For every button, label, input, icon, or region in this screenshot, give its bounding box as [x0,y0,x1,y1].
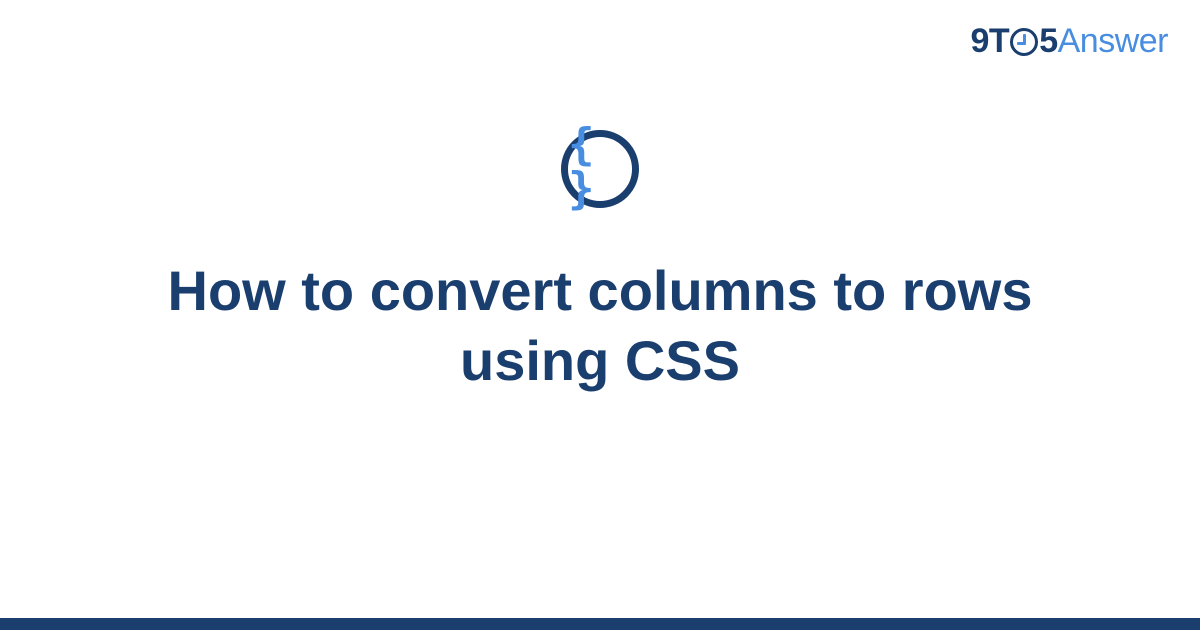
logo-nine: 9 [971,22,989,61]
code-braces-icon: { } [568,123,632,211]
logo-answer: Answer [1058,22,1168,61]
clock-icon [1010,28,1038,56]
logo-clock-wrap [1010,28,1038,56]
site-logo: 9 T 5 Answer [971,22,1169,61]
footer-bar [0,618,1200,630]
topic-badge: { } [561,130,639,208]
logo-t: T [989,22,1009,61]
logo-five: 5 [1039,22,1057,61]
main-content: { } How to convert columns to rows using… [0,130,1200,396]
page-title: How to convert columns to rows using CSS [50,256,1150,396]
